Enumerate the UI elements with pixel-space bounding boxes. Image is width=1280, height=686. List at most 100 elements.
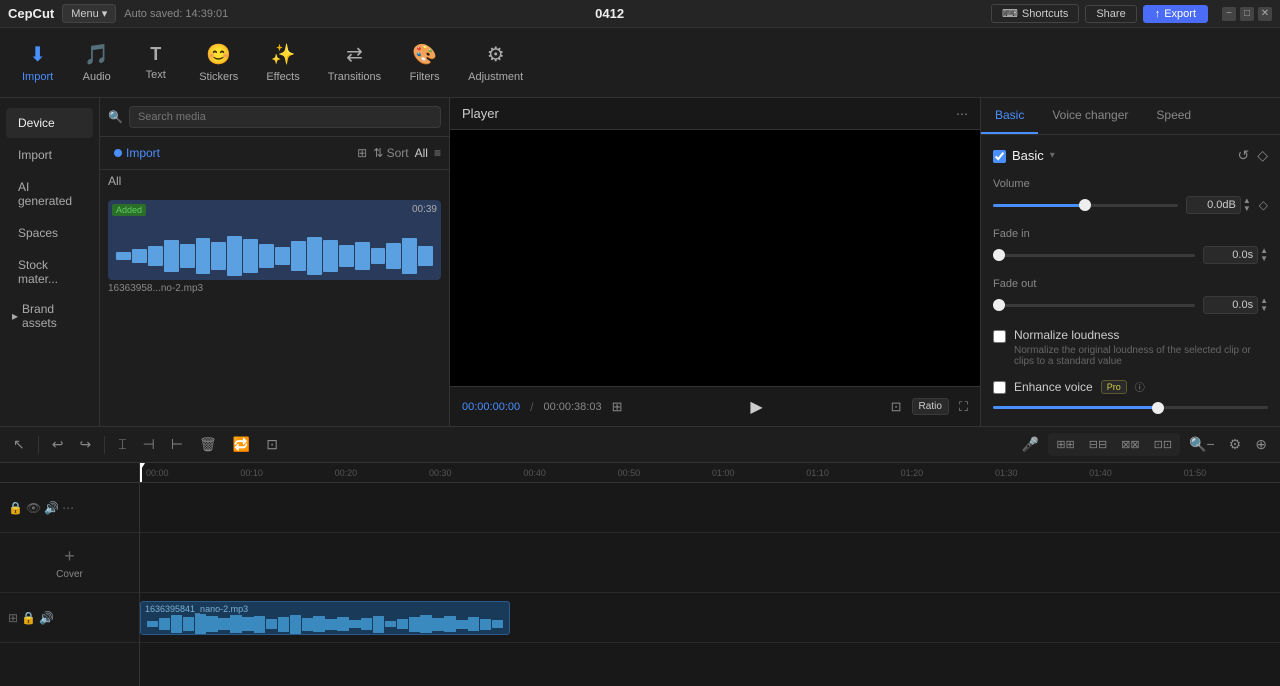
all-filter-button[interactable]: All xyxy=(415,146,428,160)
track-mute-button[interactable]: 🔊 xyxy=(44,501,59,515)
volume-value-input[interactable] xyxy=(1186,196,1241,214)
zoom-out-button[interactable]: 🔍− xyxy=(1184,433,1220,456)
filter-button[interactable]: ≡ xyxy=(434,146,441,160)
enhance-slider-thumb[interactable] xyxy=(1152,402,1164,414)
reset-button[interactable]: ↺ xyxy=(1237,147,1249,164)
toolbar-text[interactable]: T Text xyxy=(128,36,183,89)
toolbar-filters[interactable]: 🎨 Filters xyxy=(397,34,452,91)
mic-button[interactable]: 🎤 xyxy=(1017,433,1044,456)
fade-out-slider-thumb[interactable] xyxy=(993,299,1005,311)
volume-value-group: ▲ ▼ xyxy=(1186,196,1251,214)
basic-checkbox[interactable] xyxy=(993,150,1006,163)
audio-clip[interactable]: 1636395841_nano-2.mp3 xyxy=(140,601,510,635)
track2-audio[interactable]: 🔊 xyxy=(39,611,54,625)
snap-btn-1[interactable]: ⊞⊞ xyxy=(1050,435,1080,454)
sidebar-item-ai[interactable]: AI generated xyxy=(6,172,93,216)
volume-slider-thumb[interactable] xyxy=(1079,199,1091,211)
maximize-button[interactable]: □ xyxy=(1240,7,1254,21)
shortcuts-button[interactable]: ⌨ Shortcuts xyxy=(991,4,1079,23)
aspect-ratio-icon[interactable]: ⊡ xyxy=(891,399,902,415)
volume-slider-track[interactable] xyxy=(993,204,1178,207)
tab-speed[interactable]: Speed xyxy=(1142,98,1205,134)
toolbar-adjustment[interactable]: ⚙ Adjustment xyxy=(456,34,535,91)
toolbar-import[interactable]: ⬇ Import xyxy=(10,34,65,91)
fade-out-value-input[interactable] xyxy=(1203,296,1258,314)
delete-button[interactable]: 🗑 xyxy=(194,433,222,456)
top-bar-right: ⌨ Shortcuts Share ↑ Export − □ ✕ xyxy=(991,4,1272,23)
toolbar-transitions[interactable]: ⇄ Transitions xyxy=(316,34,393,91)
enhance-slider-track[interactable] xyxy=(993,406,1268,409)
sidebar-item-spaces[interactable]: Spaces xyxy=(6,218,93,248)
toolbar-transitions-label: Transitions xyxy=(328,71,381,83)
ruler-mark-8: 01:20 xyxy=(899,468,993,478)
sidebar-item-device[interactable]: Device xyxy=(6,108,93,138)
ratio-button[interactable]: Ratio xyxy=(912,398,949,415)
snap-btn-3[interactable]: ⊠⊠ xyxy=(1115,435,1145,454)
normalize-checkbox[interactable] xyxy=(993,330,1006,343)
trim-right-button[interactable]: ⊢ xyxy=(166,433,188,456)
cover-add-button[interactable]: + xyxy=(64,546,75,567)
fade-out-spin-down[interactable]: ▼ xyxy=(1260,305,1268,313)
toolbar-effects[interactable]: ✨ Effects xyxy=(254,34,311,91)
loop-button[interactable]: 🔁 xyxy=(228,433,255,456)
fade-in-spin-down[interactable]: ▼ xyxy=(1260,255,1268,263)
player-controls: 00:00:00:00 / 00:00:38:03 ⊞ ▶ ⊡ Ratio ⛶ xyxy=(450,386,980,426)
snap-btn-2[interactable]: ⊟⊟ xyxy=(1083,435,1113,454)
export-button[interactable]: ↑ Export xyxy=(1143,5,1208,23)
time-total: 00:00:38:03 xyxy=(543,401,601,413)
track-visibility-button[interactable]: 👁 xyxy=(26,501,41,515)
volume-keyframe-button[interactable]: ◇ xyxy=(1259,198,1268,212)
playhead[interactable] xyxy=(140,463,142,482)
fullscreen-button[interactable]: ⛶ xyxy=(959,399,968,415)
autosave-status: Auto saved: 14:39:01 xyxy=(124,8,228,20)
media-item-inner: Added 00:39 xyxy=(108,200,441,280)
play-button[interactable]: ▶ xyxy=(750,397,762,417)
fade-in-value-input[interactable] xyxy=(1203,246,1258,264)
fade-out-spin-buttons: ▲ ▼ xyxy=(1260,297,1268,313)
sidebar-item-stock[interactable]: Stock mater... xyxy=(6,250,93,294)
track-more-button[interactable]: ⋯ xyxy=(62,501,74,515)
enhance-checkbox[interactable] xyxy=(993,381,1006,394)
volume-spin-down[interactable]: ▼ xyxy=(1243,205,1251,213)
import-media-button[interactable]: Import xyxy=(108,143,166,163)
fade-in-slider-track[interactable] xyxy=(993,254,1195,257)
search-input[interactable] xyxy=(129,106,441,128)
sort-button[interactable]: ⇅ Sort xyxy=(373,146,408,160)
sidebar-ai-label: AI generated xyxy=(18,180,72,208)
select-tool-button[interactable]: ↖ xyxy=(8,433,30,456)
diamond-button[interactable]: ◇ xyxy=(1257,147,1268,164)
player-title: Player xyxy=(462,106,499,121)
track-lock-button[interactable]: 🔒 xyxy=(8,501,23,515)
grid-view-button[interactable]: ⊞ xyxy=(357,146,367,160)
redo-button[interactable]: ↪ xyxy=(74,433,96,456)
media-item[interactable]: Added 00:39 xyxy=(108,200,441,297)
player-menu-button[interactable]: ⋯ xyxy=(956,107,968,121)
sidebar-brand-assets[interactable]: ▸ Brand assets xyxy=(0,296,99,336)
toolbar-stickers[interactable]: 😊 Stickers xyxy=(187,34,250,91)
undo-button[interactable]: ↩ xyxy=(47,433,69,456)
tab-basic[interactable]: Basic xyxy=(981,98,1038,134)
track2-icon1[interactable]: ⊞ xyxy=(8,611,18,625)
sidebar-stock-label: Stock mater... xyxy=(18,258,58,286)
audio-clip-name: 1636395841_nano-2.mp3 xyxy=(145,604,248,614)
fade-out-slider-track[interactable] xyxy=(993,304,1195,307)
add-track-button[interactable]: ⊕ xyxy=(1250,433,1272,456)
fade-in-slider-thumb[interactable] xyxy=(993,249,1005,261)
toolbar-audio[interactable]: 🎵 Audio xyxy=(69,34,124,91)
timeline-settings-button[interactable]: ⚙ xyxy=(1224,433,1247,456)
track2-lock[interactable]: 🔒 xyxy=(21,611,36,625)
crop-button[interactable]: ⊡ xyxy=(261,433,283,456)
share-button[interactable]: Share xyxy=(1085,5,1136,23)
snap-btn-4[interactable]: ⊡⊡ xyxy=(1148,435,1178,454)
trim-left-button[interactable]: ⊣ xyxy=(138,433,160,456)
close-button[interactable]: ✕ xyxy=(1258,7,1272,21)
split-button[interactable]: ⌶ xyxy=(113,433,131,456)
ruler-mark-10: 01:40 xyxy=(1087,468,1181,478)
sidebar-item-import[interactable]: Import xyxy=(6,140,93,170)
grid-view-player-button[interactable]: ⊞ xyxy=(612,399,623,415)
minimize-button[interactable]: − xyxy=(1222,7,1236,21)
enhance-info-button[interactable]: ⓘ xyxy=(1135,379,1145,394)
tab-voice-changer[interactable]: Voice changer xyxy=(1038,98,1142,134)
ruler-mark-5: 00:50 xyxy=(616,468,710,478)
menu-button[interactable]: Menu ▾ xyxy=(62,4,116,23)
